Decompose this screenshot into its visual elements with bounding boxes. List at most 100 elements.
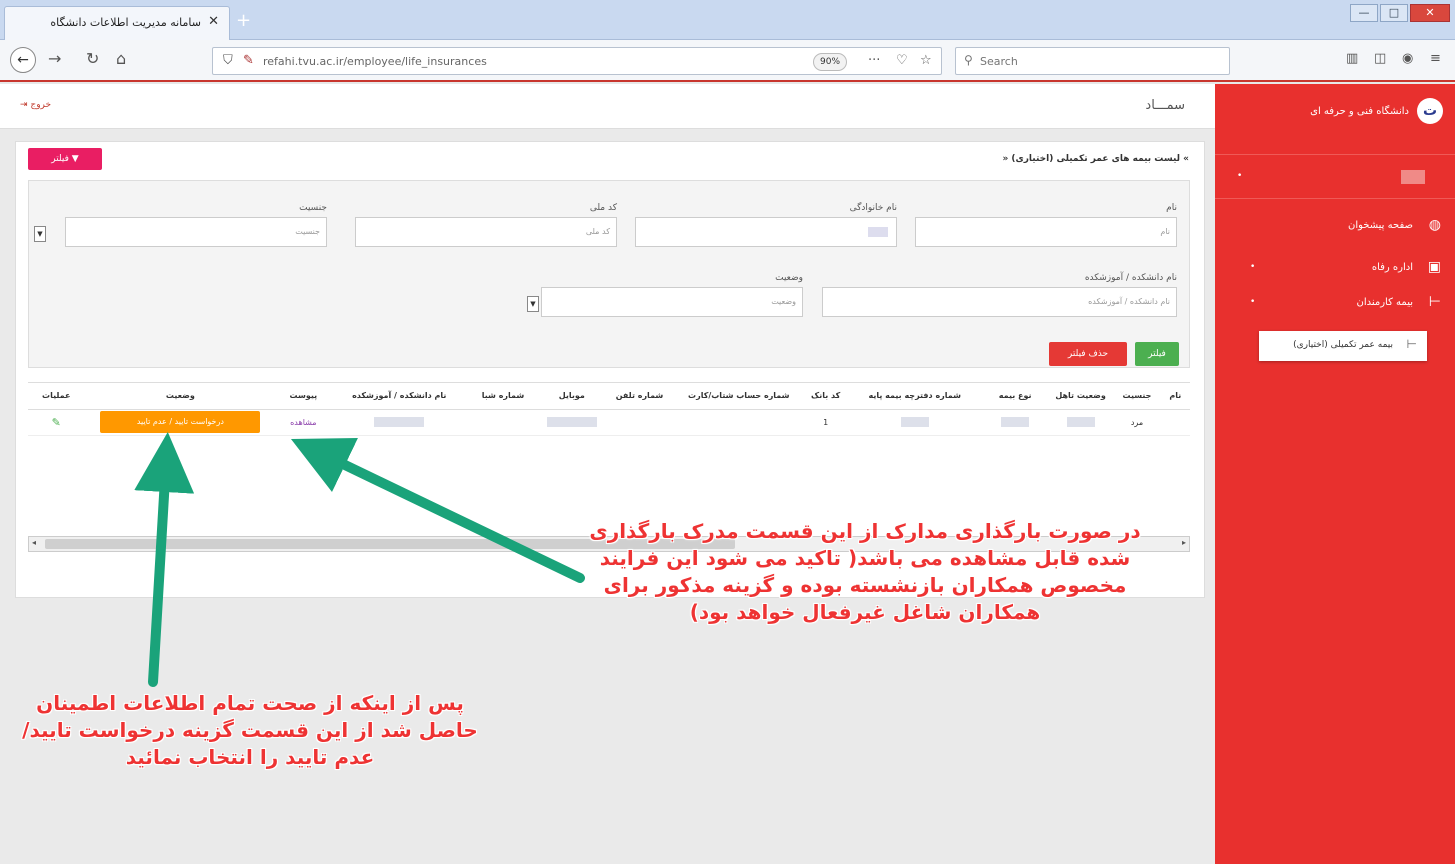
app-name: سمـــاد (1145, 98, 1185, 113)
status-select[interactable]: وضعیت (541, 287, 803, 317)
filter-form: نام نام نام خانوادگی کد ملی کد ملی جنسیت… (28, 180, 1190, 368)
column-header[interactable]: وضعیت (84, 383, 277, 410)
logout-link[interactable]: ⇥ خروج (20, 100, 51, 110)
table-row: مرد 1 مشاهده درخواست تایید / عدم تایید ✎ (28, 409, 1190, 436)
filter-toggle-label: فیلتر (51, 154, 69, 164)
column-header[interactable]: عملیات (28, 383, 85, 410)
column-header[interactable]: وضعیت تاهل (1047, 383, 1114, 410)
browser-tab-bar: سامانه مدیریت اطلاعات دانشگاه ✕ + — □ ✕ (0, 0, 1455, 40)
cell-status: درخواست تایید / عدم تایید (84, 409, 277, 436)
insecure-lock-icon[interactable]: ✎ (243, 53, 254, 68)
column-header[interactable]: شماره شبا (468, 383, 538, 410)
sidebar-item-welfare[interactable]: ▣ اداره رفاه • (1215, 254, 1455, 284)
tree-line-icon: ⊣ (1428, 294, 1441, 310)
column-header[interactable]: پیوست (276, 383, 331, 410)
column-header[interactable]: شماره تلفن (605, 383, 674, 410)
university-logo: ت (1417, 98, 1443, 124)
national-code-filter: کد ملی کد ملی (355, 203, 617, 247)
user-panel[interactable]: • (1215, 154, 1455, 199)
gender-dropdown-arrow-icon[interactable]: ▼ (34, 226, 46, 242)
scroll-right-icon[interactable]: ▸ (1182, 538, 1186, 547)
insurance-table: نام جنسیت وضعیت تاهل نوع بیمه شماره دفتر… (28, 382, 1190, 492)
cell-gender: مرد (1113, 409, 1161, 436)
cell-marital (1047, 409, 1114, 436)
column-header[interactable]: جنسیت (1113, 383, 1161, 410)
column-header[interactable]: کد بانک (804, 383, 848, 410)
name-label: نام (1166, 203, 1177, 213)
menu-icon[interactable]: ≡ (1430, 51, 1441, 66)
status-dropdown-arrow-icon[interactable]: ▼ (527, 296, 539, 312)
view-attachment-link[interactable]: مشاهده (290, 418, 316, 427)
national-code-label: کد ملی (589, 203, 617, 213)
new-tab-icon[interactable]: + (236, 10, 251, 31)
sidebar-subitem-life-insurance[interactable]: ⊣ بیمه عمر تکمیلی (اختیاری) (1259, 331, 1427, 361)
status-filter: وضعیت وضعیت (541, 273, 803, 317)
home-icon[interactable]: ⌂ (116, 49, 126, 68)
sidebar-item-label: صفحه پیشخوان (1347, 220, 1413, 231)
tree-line-icon: ⊣ (1406, 337, 1417, 351)
account-icon[interactable]: ◉ (1402, 51, 1413, 66)
column-header[interactable]: شماره دفترچه بیمه پایه (847, 383, 983, 410)
cell-sheba (468, 409, 538, 436)
column-header[interactable]: شماره حساب شتاب/کارت (673, 383, 805, 410)
redacted-value (1001, 417, 1030, 427)
sidebar-item-dashboard[interactable]: ◍ صفحه پیشخوان (1215, 212, 1455, 242)
column-header[interactable]: موبایل (537, 383, 606, 410)
status-select-value: وضعیت (771, 297, 796, 306)
pocket-icon[interactable]: ♡ (896, 53, 908, 68)
gender-select-value: جنسیت (295, 227, 320, 236)
browser-tab[interactable]: سامانه مدیریت اطلاعات دانشگاه ✕ (4, 6, 230, 40)
search-input[interactable] (980, 52, 1220, 70)
college-input[interactable]: نام دانشکده / آموزشکده (822, 287, 1177, 317)
window-maximize-button[interactable]: □ (1380, 4, 1408, 22)
family-filter: نام خانوادگی (635, 203, 897, 247)
library-icon[interactable]: ▥ (1346, 51, 1358, 66)
cell-base-insurance-no (847, 409, 983, 436)
sidebar-toggle-icon[interactable]: ◫ (1374, 51, 1386, 66)
bookmark-star-icon[interactable]: ☆ (920, 53, 932, 68)
url-bar[interactable]: ⛉ ✎ refahi.tvu.ac.ir/employee/life_insur… (212, 47, 942, 75)
gender-filter: جنسیت جنسیت (65, 203, 327, 247)
brand[interactable]: ت دانشگاه فنی و حرفه ای (1310, 98, 1443, 124)
browser-nav-bar: ← → ↻ ⌂ ⛉ ✎ refahi.tvu.ac.ir/employee/li… (0, 40, 1455, 82)
column-header[interactable]: نام (1160, 383, 1190, 410)
cell-operations: ✎ (28, 409, 85, 436)
briefcase-icon: ▣ (1427, 259, 1441, 275)
tab-close-icon[interactable]: ✕ (208, 14, 219, 29)
forward-icon[interactable]: → (48, 49, 61, 68)
cell-bank-code: 1 (804, 409, 848, 436)
redacted-value (868, 227, 888, 237)
search-box[interactable]: ⚲ (955, 47, 1230, 75)
window-minimize-button[interactable]: — (1350, 4, 1378, 22)
annotation-approval-note: پس از اینکه از صحت تمام اطلاعات اطمینان … (22, 691, 478, 769)
filter-toggle-button[interactable]: ▼ فیلتر (28, 148, 102, 170)
tracking-shield-icon[interactable]: ⛉ (223, 53, 233, 68)
approve-reject-request-button[interactable]: درخواست تایید / عدم تایید (100, 411, 261, 433)
back-icon[interactable]: ← (10, 47, 36, 73)
logout-label: خروج (30, 100, 52, 110)
cell-insurance-type (982, 409, 1048, 436)
chevron-icon: • (1250, 262, 1256, 272)
name-input[interactable]: نام (915, 217, 1177, 247)
edit-icon[interactable]: ✎ (52, 416, 61, 429)
family-label: نام خانوادگی (849, 203, 897, 213)
column-header[interactable]: نام دانشکده / آموزشکده (330, 383, 469, 410)
table-header-row: نام جنسیت وضعیت تاهل نوع بیمه شماره دفتر… (28, 383, 1190, 410)
family-input[interactable] (635, 217, 897, 247)
window-close-button[interactable]: ✕ (1410, 4, 1450, 22)
scroll-left-icon[interactable]: ◂ (32, 538, 36, 547)
national-code-input[interactable]: کد ملی (355, 217, 617, 247)
reload-icon[interactable]: ↻ (86, 49, 99, 68)
url-text[interactable]: refahi.tvu.ac.ir/employee/life_insurance… (263, 55, 487, 68)
gender-select[interactable]: جنسیت (65, 217, 327, 247)
page-actions-icon[interactable]: ··· (868, 53, 880, 68)
sidebar-item-employee-insurance[interactable]: ⊣ بیمه کارمندان • (1215, 289, 1455, 319)
redacted-value (546, 417, 597, 427)
zoom-level-badge[interactable]: 90% (813, 53, 848, 71)
column-header[interactable]: نوع بیمه (982, 383, 1048, 410)
dashboard-icon: ◍ (1428, 217, 1441, 233)
tab-title: سامانه مدیریت اطلاعات دانشگاه (50, 16, 201, 29)
apply-filter-button[interactable]: فیلتر (1135, 342, 1179, 366)
sidebar-subitem-label: بیمه عمر تکمیلی (اختیاری) (1293, 340, 1393, 350)
remove-filter-button[interactable]: حذف فیلتر (1049, 342, 1127, 366)
